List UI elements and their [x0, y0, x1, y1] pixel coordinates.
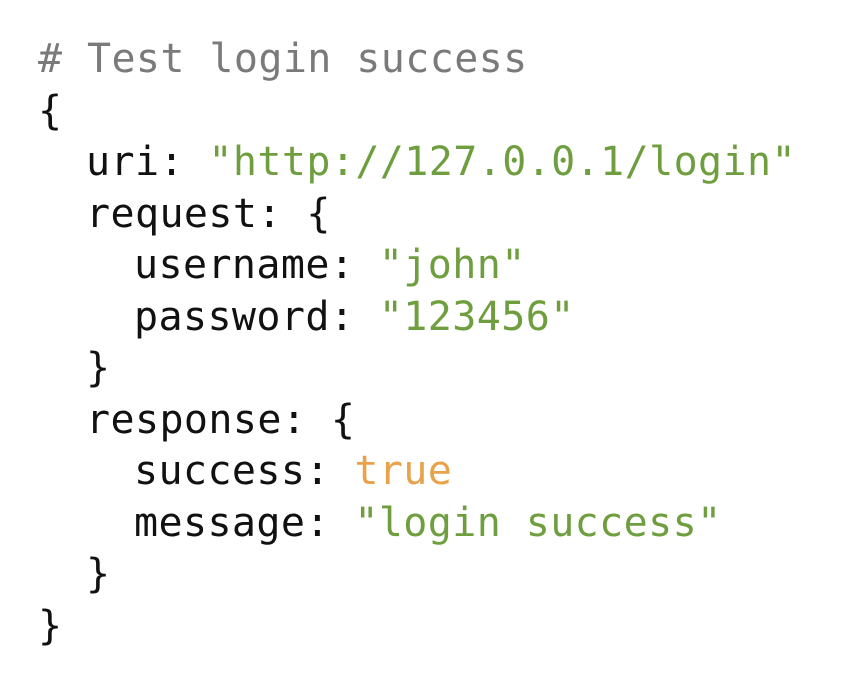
response-close-brace: }	[86, 551, 111, 597]
username-value: "john"	[378, 242, 526, 288]
request-key: request:	[86, 190, 282, 237]
success-value: true	[354, 448, 453, 494]
close-brace-line: }	[38, 601, 796, 653]
success-key: success:	[134, 448, 330, 494]
close-brace: }	[38, 602, 63, 649]
request-close-line: }	[38, 343, 796, 395]
password-key: password:	[134, 293, 355, 340]
response-open-brace: {	[330, 396, 356, 443]
code-snippet: # Test login success{uri: "http://127.0.…	[38, 34, 796, 652]
request-open-brace: {	[306, 190, 331, 237]
password-value: "123456"	[378, 293, 575, 340]
open-brace-line: {	[38, 86, 796, 138]
password-line: password: "123456"	[38, 292, 796, 344]
message-value: "login success"	[354, 499, 722, 546]
uri-line: uri: "http://127.0.0.1/login"	[38, 137, 796, 189]
request-line: request: {	[38, 189, 796, 241]
open-brace: {	[38, 87, 63, 134]
response-key: response:	[86, 396, 307, 443]
response-line: response: {	[38, 395, 796, 447]
comment-line: # Test login success	[38, 34, 796, 86]
uri-key: uri:	[86, 139, 184, 185]
success-line: success: true	[38, 446, 796, 498]
message-line: message: "login success"	[38, 498, 796, 550]
message-key: message:	[134, 499, 330, 546]
uri-value: "http://127.0.0.1/login"	[208, 139, 796, 185]
username-line: username: "john"	[38, 240, 796, 292]
response-close-line: }	[38, 549, 796, 601]
request-close-brace: }	[86, 345, 111, 391]
username-key: username:	[134, 242, 355, 288]
comment-text: # Test login success	[38, 36, 528, 82]
